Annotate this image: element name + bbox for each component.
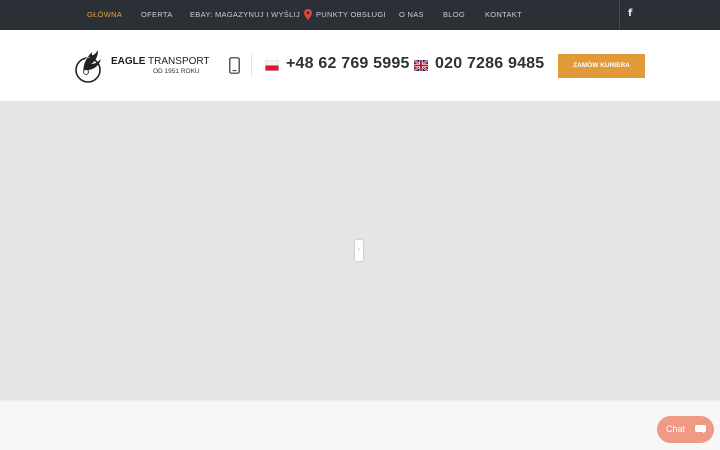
map-panel-toggle-handle[interactable]: ‹ bbox=[355, 240, 363, 261]
chat-bubble-icon bbox=[695, 425, 706, 434]
poland-flag-icon bbox=[265, 60, 279, 71]
nav-item-ebay[interactable]: EBAY: MAGAZYNUJ I WYŚLIJ bbox=[190, 0, 300, 30]
eagle-logo-icon[interactable] bbox=[74, 48, 104, 85]
nav-item-punkty-obslugi[interactable]: PUNKTY OBSŁUGI bbox=[316, 0, 386, 30]
top-navigation-bar: GŁÓWNA OFERTA EBAY: MAGAZYNUJ I WYŚLIJ P… bbox=[0, 0, 720, 30]
mobile-phone-icon bbox=[229, 57, 240, 74]
order-courier-button[interactable]: ZAMÓW KURIERA bbox=[558, 54, 645, 78]
phone-number-uk[interactable]: 020 7286 9485 bbox=[435, 55, 544, 73]
facebook-icon[interactable]: f bbox=[628, 0, 632, 30]
uk-flag-icon bbox=[414, 60, 428, 71]
phone-number-pl[interactable]: +48 62 769 5995 bbox=[286, 55, 410, 73]
nav-item-blog[interactable]: BLOG bbox=[443, 0, 465, 30]
map-pin-icon bbox=[304, 9, 312, 20]
nav-item-glowna[interactable]: GŁÓWNA bbox=[87, 0, 122, 30]
divider bbox=[251, 53, 252, 77]
nav-item-oferta[interactable]: OFERTA bbox=[141, 0, 173, 30]
chat-label: Chat bbox=[666, 424, 686, 434]
footer-area bbox=[0, 400, 720, 450]
nav-item-o-nas[interactable]: O NAS bbox=[399, 0, 424, 30]
nav-item-kontakt[interactable]: KONTAKT bbox=[485, 0, 522, 30]
logo-subtitle: OD 1951 ROKU bbox=[153, 68, 200, 75]
logo-title[interactable]: EAGLE TRANSPORT bbox=[111, 56, 210, 67]
divider bbox=[619, 0, 620, 30]
chat-button[interactable]: Chat bbox=[657, 416, 714, 443]
